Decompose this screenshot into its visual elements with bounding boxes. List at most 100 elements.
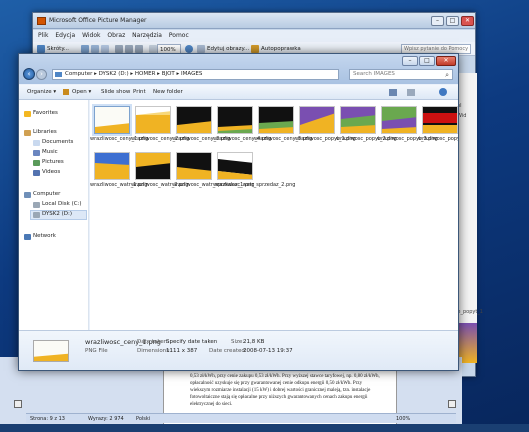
nav-videos[interactable]: Videos <box>42 168 60 177</box>
pm-menu-view[interactable]: Widok <box>82 30 100 42</box>
nav-libraries[interactable]: Libraries <box>33 128 57 137</box>
breadcrumb-homer[interactable]: HOMER <box>135 71 156 77</box>
file-thumbnail[interactable] <box>340 106 376 134</box>
file-name[interactable]: wrazliwosc_ceny_3.png <box>172 136 230 142</box>
address-bar[interactable]: Computer ▸ DYSK2 (D:) ▸ HOMER ▸ BJOT ▸ I… <box>52 69 339 80</box>
breadcrumb-computer[interactable]: Computer <box>65 71 92 77</box>
pm-menu-help[interactable]: Pomoc <box>169 30 189 42</box>
nav-music[interactable]: Music <box>42 148 58 157</box>
file-thumbnail[interactable] <box>299 106 335 134</box>
word-status-bar: Strona: 9 z 13 Wyrazy: 2 974 Polski 100% <box>26 413 456 423</box>
computer-icon <box>24 192 31 198</box>
organize-button[interactable]: Organize ▾ <box>27 88 56 97</box>
nav-favorites[interactable]: Favorites <box>33 109 58 118</box>
picture-manager-menubar: Plik Edycja Widok Obraz Narzędzia Pomoc <box>33 30 475 42</box>
file-thumbnail[interactable] <box>422 106 458 134</box>
maximize-button[interactable]: □ <box>419 56 435 66</box>
scroll-up-icon[interactable] <box>14 400 22 408</box>
file-thumbnail[interactable] <box>135 152 171 180</box>
nav-pictures[interactable]: Pictures <box>42 158 64 167</box>
nav-documents[interactable]: Documents <box>42 138 73 147</box>
pm-maximize-button[interactable]: □ <box>446 16 459 26</box>
mail-icon[interactable] <box>101 45 109 53</box>
back-arrow-icon[interactable]: ‹ <box>23 68 35 80</box>
nav-computer[interactable]: Computer <box>33 190 60 199</box>
search-input[interactable]: Search IMAGES ⌕ <box>349 69 453 80</box>
new-folder-button[interactable]: New folder <box>153 88 183 97</box>
file-thumbnail[interactable] <box>217 152 253 180</box>
explorer-window: – □ ✕ ‹ › Computer ▸ DYSK2 (D:) ▸ HOMER … <box>18 53 459 371</box>
preview-pane-icon[interactable] <box>407 89 415 96</box>
print-icon[interactable] <box>91 45 99 53</box>
file-name[interactable]: wrazliwosc_popyt_4.png <box>418 136 458 142</box>
pm-menu-file[interactable]: Plik <box>38 30 48 42</box>
nav-dysk2[interactable]: DYSK2 (D:) <box>42 210 72 219</box>
file-thumbnail[interactable] <box>94 152 130 180</box>
copy-icon[interactable] <box>125 45 133 53</box>
picture-manager-titlebar[interactable]: Microsoft Office Picture Manager – □ ✕ <box>33 13 475 29</box>
explorer-titlebar[interactable]: – □ ✕ ‹ › Computer ▸ DYSK2 (D:) ▸ HOMER … <box>19 54 458 84</box>
search-icon[interactable]: ⌕ <box>445 71 449 80</box>
file-thumbnail[interactable] <box>94 106 130 134</box>
star-icon <box>24 111 31 117</box>
language: Polski <box>136 416 151 422</box>
file-thumbnail[interactable] <box>176 152 212 180</box>
search-placeholder: Search IMAGES <box>353 71 395 77</box>
pm-minimize-button[interactable]: – <box>431 16 444 26</box>
page-count: Strona: 9 z 13 <box>30 416 65 422</box>
file-thumbnail[interactable] <box>258 106 294 134</box>
pm-menu-tools[interactable]: Narzędzia <box>132 30 162 42</box>
folder-icon <box>55 72 62 77</box>
file-name[interactable]: wrazliwosc_watr_2.png <box>131 182 189 188</box>
nav-network[interactable]: Network <box>33 232 56 241</box>
slide-show-button[interactable]: Slide show <box>101 88 130 97</box>
zoom-icon[interactable] <box>185 45 193 53</box>
dimensions-value: 1111 x 387 <box>166 348 198 354</box>
forward-arrow-icon[interactable]: › <box>36 69 47 80</box>
pm-menu-image[interactable]: Obraz <box>107 30 125 42</box>
print-button[interactable]: Print <box>133 88 146 97</box>
date-taken-value[interactable]: Specify date taken <box>166 339 217 345</box>
breadcrumb-dysk2[interactable]: DYSK2 (D:) <box>99 71 129 77</box>
close-button[interactable]: ✕ <box>436 56 456 66</box>
file-name[interactable]: wrazliwosc_ceny_2.png <box>131 136 189 142</box>
breadcrumb-images[interactable]: IMAGES <box>181 71 202 77</box>
file-thumbnail[interactable] <box>176 106 212 134</box>
pm-thumb-label: ie_popyt_1 <box>456 309 483 315</box>
file-name[interactable]: wrazliwosc_popyt_2.png <box>336 136 397 142</box>
thumbnail-view-icon[interactable] <box>197 45 205 53</box>
undo-icon[interactable] <box>149 45 157 53</box>
pm-menu-edit[interactable]: Edycja <box>55 30 75 42</box>
paste-icon[interactable] <box>135 45 143 53</box>
open-button[interactable]: Open ▾ <box>72 88 91 97</box>
file-thumbnail[interactable] <box>135 106 171 134</box>
file-name[interactable]: wrazliwosc_popyt_3.png <box>377 136 438 142</box>
file-name[interactable]: wrazliwosc_ceny_4.png <box>213 136 271 142</box>
navigation-pane: Favorites Libraries Documents Music Pict… <box>19 100 89 330</box>
file-name[interactable]: wrazliwosc_watr_1.png <box>90 182 148 188</box>
view-options-icon[interactable] <box>389 89 397 96</box>
file-name[interactable]: wrazliwosc_ceny_1.png <box>90 136 148 142</box>
scroll-up-icon[interactable] <box>448 400 456 408</box>
breadcrumb-bjot[interactable]: BJOT <box>162 71 175 77</box>
file-thumbnail[interactable] <box>381 106 417 134</box>
file-name[interactable]: wrazliwosc_watr_sprzedaz_1.png <box>172 182 254 188</box>
file-name[interactable]: wrazliwosc_ceny_5.png <box>254 136 312 142</box>
cut-icon[interactable] <box>115 45 123 53</box>
save-icon[interactable] <box>81 45 89 53</box>
music-icon <box>33 150 40 156</box>
file-name[interactable]: wrazliwosc_watr_sprzedaz_2.png <box>213 182 295 188</box>
autocorrect-icon <box>251 45 259 53</box>
nav-local-disk[interactable]: Local Disk (C:) <box>42 200 82 209</box>
drive-icon <box>33 212 40 218</box>
file-name[interactable]: wrazliwosc_popyt_1.png <box>295 136 356 142</box>
details-thumbnail <box>33 340 69 362</box>
file-thumbnail[interactable] <box>217 106 253 134</box>
videos-icon <box>33 170 40 176</box>
command-bar: Organize ▾ Open ▾ Slide show Print New f… <box>19 85 458 100</box>
minimize-button[interactable]: – <box>402 56 418 66</box>
picture-manager-app-icon <box>37 17 46 25</box>
pm-close-button[interactable]: ✕ <box>461 16 474 26</box>
help-icon[interactable] <box>439 88 447 96</box>
taskbar <box>0 424 529 432</box>
